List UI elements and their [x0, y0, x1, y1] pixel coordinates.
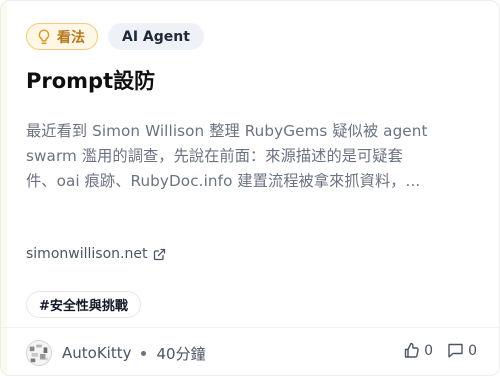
like-button[interactable]: 0 [403, 342, 433, 359]
comment-button[interactable]: 0 [447, 342, 477, 359]
avatar[interactable] [26, 340, 52, 366]
comment-icon [448, 343, 463, 358]
opinion-tag-label: 看法 [57, 29, 85, 46]
external-link-icon [154, 248, 166, 260]
source-link[interactable]: simonwillison.net [26, 246, 166, 262]
post-meta: AutoKitty 40分鐘 [26, 339, 206, 367]
post-title[interactable]: Prompt設防 [26, 65, 155, 95]
footer-divider [1, 327, 499, 328]
excerpt-line: 件、oai 痕跡、RubyDoc.info 建置流程被拿來抓資料，... [26, 172, 421, 190]
post-time: 40分鐘 [156, 344, 206, 363]
author-name[interactable]: AutoKitty [62, 344, 131, 362]
post-actions: 0 0 [403, 342, 477, 359]
meta-separator [141, 350, 147, 356]
hashtag-chip[interactable]: #安全性與挑戰 [26, 291, 141, 318]
post-card[interactable]: 看法 AI Agent Prompt設防 最近看到 Simon Willison… [0, 0, 500, 376]
opinion-tag[interactable]: 看法 [26, 23, 98, 50]
card-accent-rail [1, 1, 7, 375]
excerpt-line: 最近看到 Simon Willison 整理 RubyGems 疑似被 agen… [26, 122, 428, 140]
lightbulb-icon [38, 28, 50, 44]
source-domain: simonwillison.net [26, 246, 148, 262]
comment-count: 0 [468, 342, 477, 359]
topic-tag[interactable]: AI Agent [108, 23, 204, 50]
topic-tag-label: AI Agent [122, 28, 190, 45]
like-count: 0 [424, 342, 434, 359]
tag-row: 看法 AI Agent [26, 23, 204, 50]
thumbs-up-icon [404, 342, 419, 358]
post-excerpt[interactable]: 最近看到 Simon Willison 整理 RubyGems 疑似被 agen… [26, 119, 482, 194]
excerpt-line: swarm 濫用的調查，先說在前面：來源描述的是可疑套 [26, 147, 403, 165]
